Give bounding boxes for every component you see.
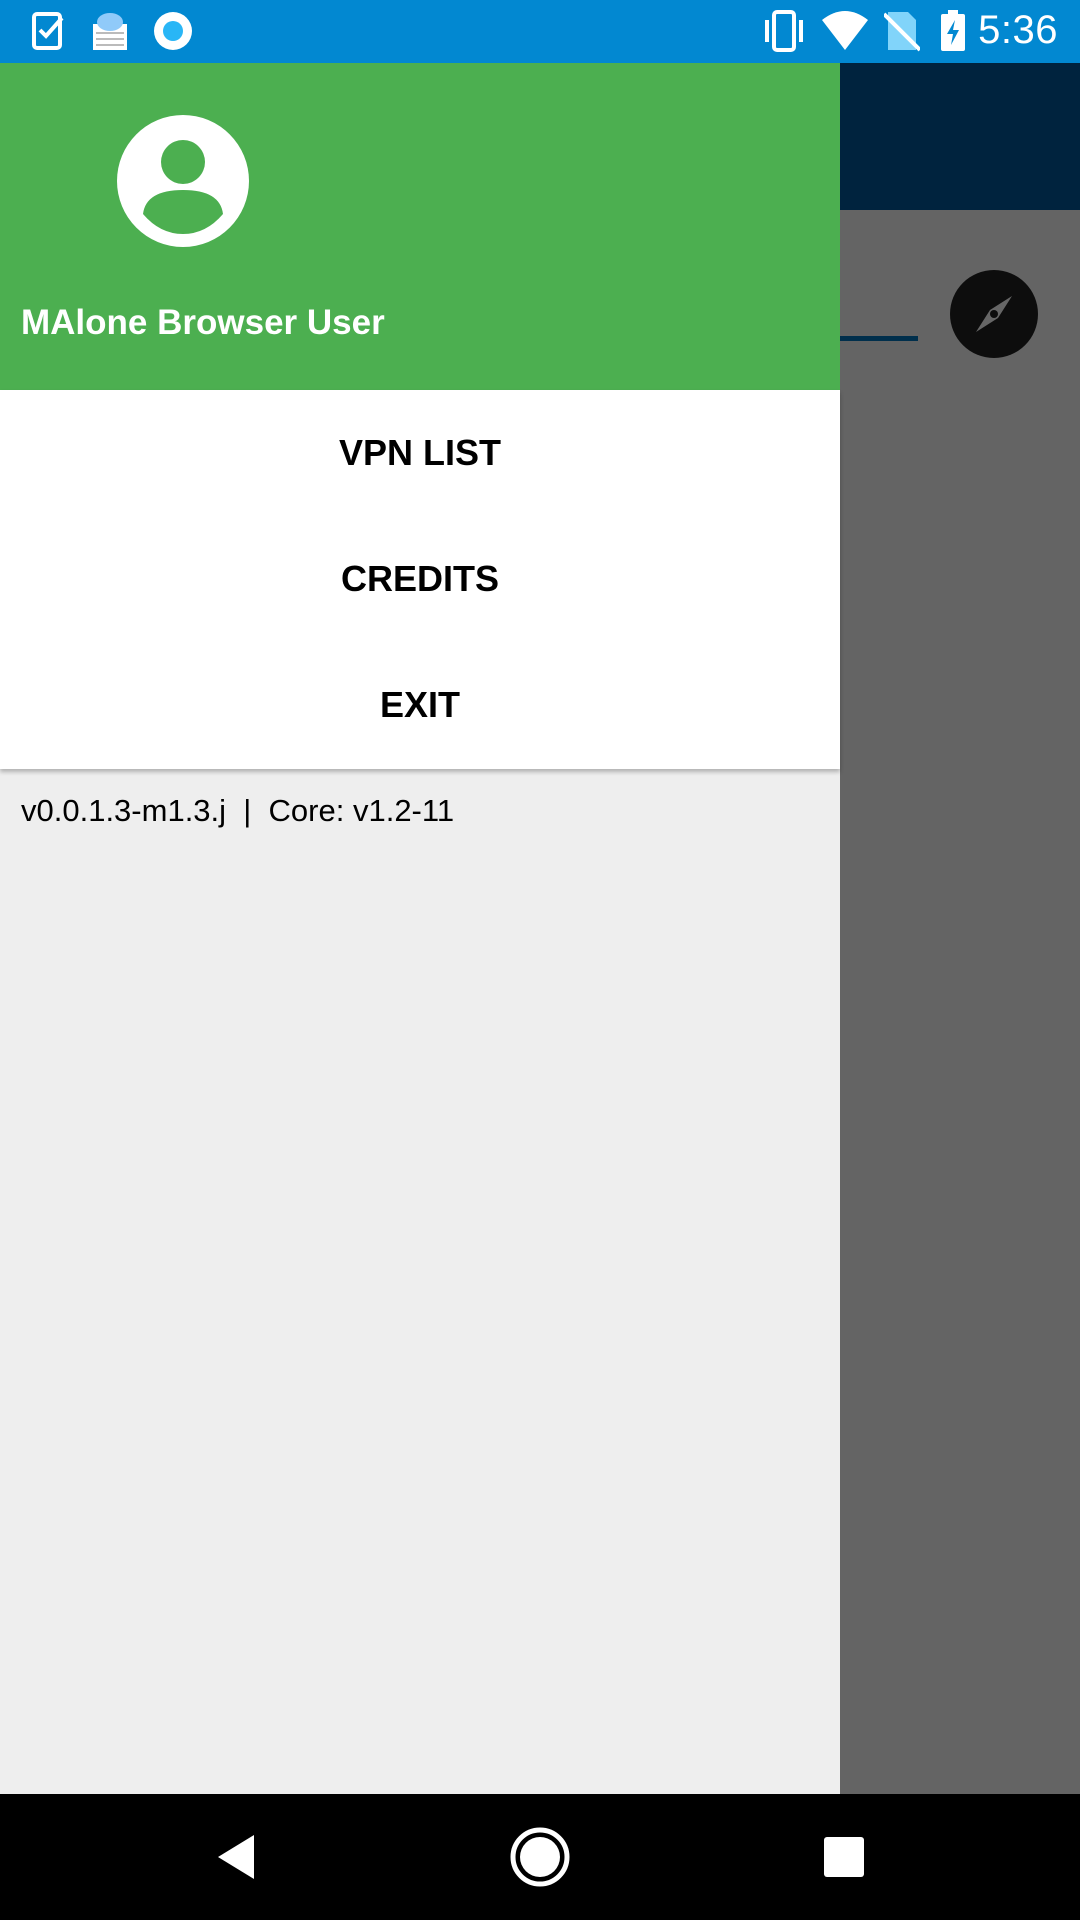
recents-icon[interactable] — [774, 1794, 914, 1920]
weather-cloud-icon — [92, 10, 128, 57]
clipboard-check-icon — [32, 10, 66, 57]
status-time: 5:36 — [978, 8, 1058, 52]
wifi-icon — [822, 10, 868, 57]
circle-sync-icon — [152, 10, 194, 57]
back-icon[interactable] — [166, 1794, 306, 1920]
navigation-drawer: MAlone Browser User VPN LIST CREDITS EXI… — [0, 63, 840, 1794]
user-name: MAlone Browser User — [21, 303, 385, 342]
vibrate-icon — [760, 10, 808, 57]
navigation-bar — [0, 1794, 1080, 1920]
vpn-list-button[interactable]: VPN LIST — [0, 390, 840, 516]
home-icon[interactable] — [470, 1794, 610, 1920]
drawer-header: MAlone Browser User — [0, 63, 840, 390]
credits-button[interactable]: CREDITS — [0, 516, 840, 642]
no-sim-icon — [882, 10, 922, 57]
drawer-menu: VPN LIST CREDITS EXIT — [0, 390, 840, 769]
status-bar: 5:36 — [0, 0, 1080, 63]
exit-button[interactable]: EXIT — [0, 642, 840, 768]
version-text: v0.0.1.3-m1.3.j | Core: v1.2-11 — [21, 793, 455, 828]
account-avatar-icon — [116, 114, 250, 248]
battery-charging-icon — [940, 10, 966, 57]
